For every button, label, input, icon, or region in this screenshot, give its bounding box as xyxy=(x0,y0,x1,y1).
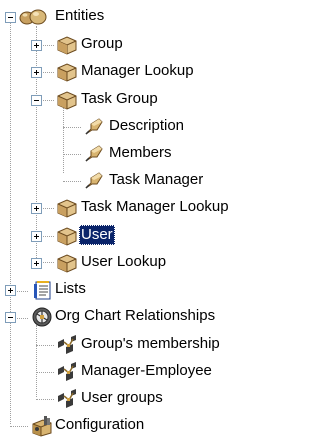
tree-node-label: User Lookup xyxy=(81,253,167,270)
collapse-icon[interactable] xyxy=(5,312,16,323)
bean-icon xyxy=(57,91,77,110)
expand-icon[interactable] xyxy=(31,67,42,78)
tree-node-label: Manager Lookup xyxy=(81,62,194,79)
tree-node-label: User groups xyxy=(81,389,163,406)
tree-node-manager-employee[interactable]: Manager-Employee xyxy=(0,360,283,386)
tree-node-label: Members xyxy=(109,144,172,161)
tree-node-label-selected: User xyxy=(79,225,115,245)
tree-node-label: Org Chart Relationships xyxy=(55,307,216,324)
tree-node-task-manager-lookup[interactable]: Task Manager Lookup xyxy=(0,196,283,222)
tree-node-configuration[interactable]: Configuration xyxy=(0,414,283,440)
field-icon xyxy=(85,145,103,162)
tree-node-label: Group's membership xyxy=(81,335,220,352)
tree-node-label: Group xyxy=(81,35,123,52)
tree-node-task-manager[interactable]: Task Manager xyxy=(0,169,283,195)
tree-node-label: Lists xyxy=(55,280,86,297)
expand-icon[interactable] xyxy=(5,285,16,296)
relationship-icon xyxy=(58,335,76,354)
tree-node-label: Entities xyxy=(55,7,105,24)
field-icon xyxy=(85,118,103,135)
beans-icon xyxy=(19,9,47,25)
bean-icon xyxy=(57,254,77,273)
entity-tree: Entities Group Manager Lookup Task Group xyxy=(0,0,283,443)
field-icon xyxy=(85,172,103,189)
tree-node-label: Description xyxy=(109,117,185,134)
relationship-icon xyxy=(58,389,76,408)
bean-icon xyxy=(57,227,77,246)
tree-node-task-group[interactable]: Task Group xyxy=(0,88,283,114)
expand-icon[interactable] xyxy=(31,40,42,51)
expand-icon[interactable] xyxy=(31,203,42,214)
expand-icon[interactable] xyxy=(31,231,42,242)
bean-icon xyxy=(57,63,77,82)
org-chart-icon xyxy=(32,307,52,327)
tree-node-label: Configuration xyxy=(55,416,145,433)
tree-node-user-groups[interactable]: User groups xyxy=(0,387,283,413)
list-icon xyxy=(34,281,51,300)
tree-node-manager-lookup[interactable]: Manager Lookup xyxy=(0,60,283,86)
tree-node-lists[interactable]: Lists xyxy=(0,278,283,304)
tree-node-groups-membership[interactable]: Group's membership xyxy=(0,333,283,359)
tree-node-group[interactable]: Group xyxy=(0,33,283,59)
collapse-icon[interactable] xyxy=(5,12,16,23)
tree-node-label: Task Manager Lookup xyxy=(81,198,229,215)
tree-node-label: Task Group xyxy=(81,90,158,107)
collapse-icon[interactable] xyxy=(31,95,42,106)
expand-icon[interactable] xyxy=(31,258,42,269)
tree-node-user[interactable]: User xyxy=(0,224,283,250)
tree-node-description[interactable]: Description xyxy=(0,115,283,141)
relationship-icon xyxy=(58,362,76,381)
tree-node-entities[interactable]: Entities xyxy=(0,5,283,31)
bean-icon xyxy=(57,36,77,55)
tree-node-user-lookup[interactable]: User Lookup xyxy=(0,251,283,277)
bean-icon xyxy=(57,199,77,218)
tree-node-label: Task Manager xyxy=(109,171,204,188)
configuration-icon xyxy=(32,416,52,437)
tree-node-label: Manager-Employee xyxy=(81,362,212,379)
tree-node-members[interactable]: Members xyxy=(0,142,283,168)
tree-node-org-chart-relationships[interactable]: Org Chart Relationships xyxy=(0,305,283,331)
